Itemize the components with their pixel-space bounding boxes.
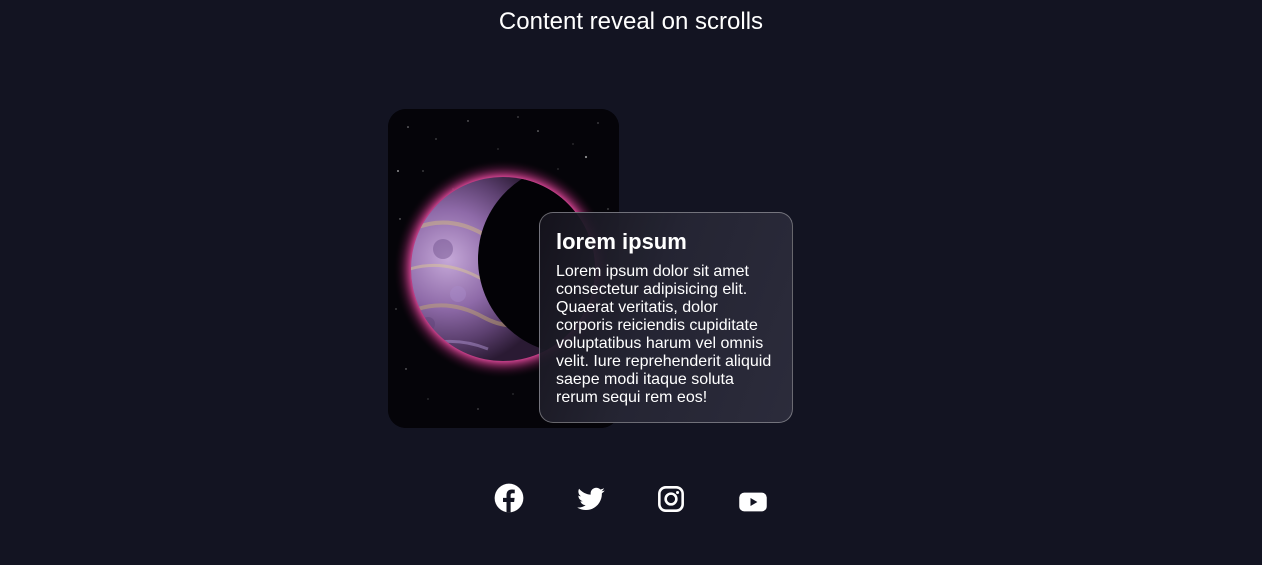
content-card: lorem ipsum Lorem ipsum dolor sit amet c… xyxy=(539,212,793,423)
social-links xyxy=(0,482,1262,516)
page-title: Content reveal on scrolls xyxy=(498,8,764,35)
twitter-link[interactable] xyxy=(576,484,606,514)
youtube-icon xyxy=(739,492,767,512)
facebook-link[interactable] xyxy=(494,483,524,513)
youtube-link[interactable] xyxy=(738,487,768,517)
card-body-text: Lorem ipsum dolor sit amet consectetur a… xyxy=(556,263,772,406)
facebook-icon xyxy=(494,483,524,513)
instagram-icon xyxy=(658,486,684,512)
twitter-icon xyxy=(577,487,605,510)
page: Content reveal on scrolls lorem ipsum Lo… xyxy=(0,0,1262,565)
card-heading: lorem ipsum xyxy=(556,229,687,254)
instagram-link[interactable] xyxy=(657,485,685,513)
